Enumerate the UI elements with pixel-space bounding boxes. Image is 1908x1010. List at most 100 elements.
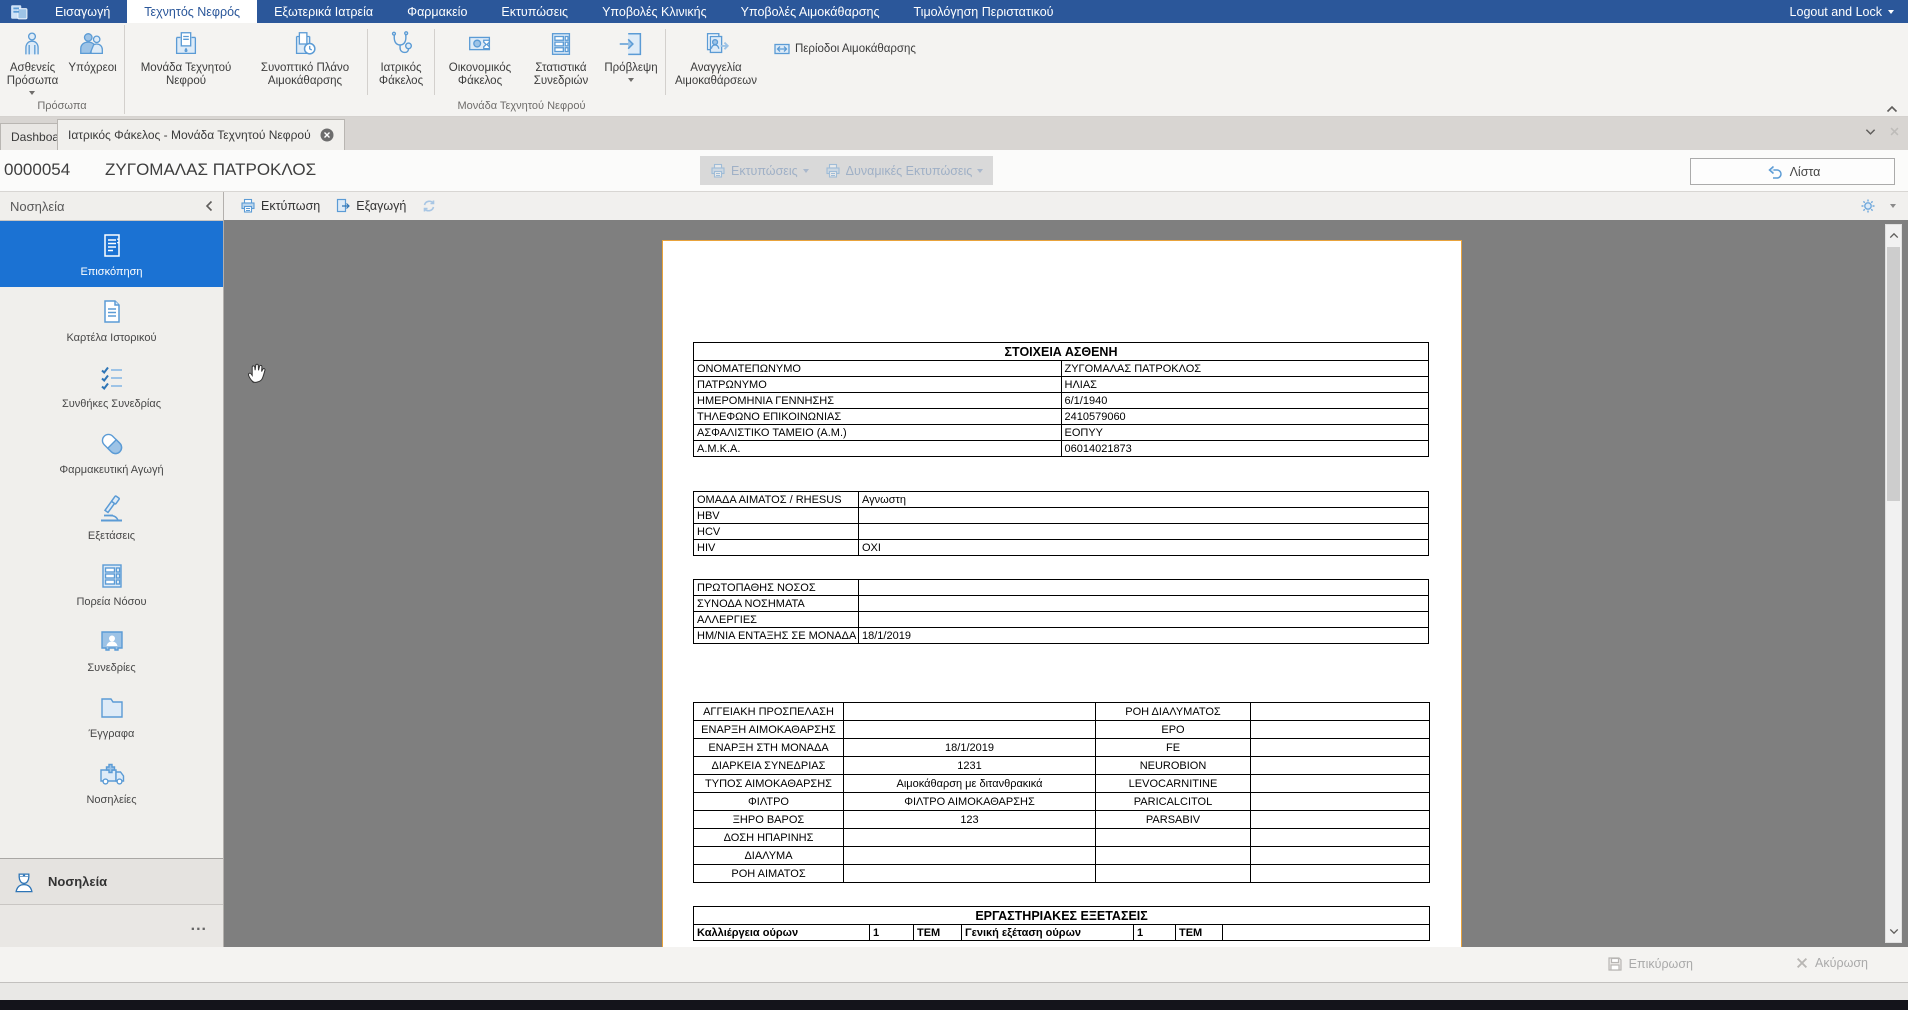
close-icon[interactable] [1889,126,1900,137]
cell: EPO [1095,720,1251,739]
table-title: ΣΤΟΙΧΕΙΑ ΑΣΘΕΝΗ [693,342,1429,361]
table-row: ΑΓΓΕΙΑΚΗ ΠΡΟΣΠΕΛΑΣΗ ΡΟΗ ΔΙΑΛΥΜΑΤΟΣ [693,702,1430,721]
sidebar-item-nosileies[interactable]: Νοσηλείες [0,749,223,815]
menu-tab-ypovoles-klinikis[interactable]: Υποβολές Κλινικής [585,0,724,23]
cancel-button[interactable]: Ακύρωση [1795,956,1868,970]
cell: 18/1/2019 [858,627,1429,644]
logout-and-lock-button[interactable]: Logout and Lock [1776,0,1908,23]
chevron-down-icon [802,168,809,173]
menu-tab-texnitos-nefros[interactable]: Τεχνητός Νεφρός [127,0,258,23]
ypoxreoi-button[interactable]: Υπόχρεοι [63,25,122,99]
iatrikos-fakelos-button[interactable]: Ιατρικός Φάκελος [370,25,432,99]
cell: ΗΜΕΡΟΜΗΝΙΑ ΓΕΝΝΗΣΗΣ [693,392,1062,409]
serology-table: ΟΜΑΔΑ ΑΙΜΑΤΟΣ / RHESUS Αγνωστη HBV HCV HI… [693,491,1429,556]
sidebar-collapse-button[interactable] [205,200,213,212]
refresh-icon[interactable] [421,198,437,214]
folder-icon [96,692,128,724]
dynamic-prints-dropdown-button[interactable]: Δυναμικές Εκτυπώσεις [825,163,984,179]
cell [1250,756,1430,775]
cell [1095,828,1251,847]
tab-list-dropdown-icon[interactable] [1865,128,1876,136]
sidebar-item-poreia-nosou[interactable]: Πορεία Νόσου [0,551,223,617]
tab-iatrikos-fakelos[interactable]: Ιατρικός Φάκελος - Μονάδα Τεχνητού Νεφρο… [57,119,345,150]
table-title: ΕΡΓΑΣΤΗΡΙΑΚΕΣ ΕΞΕΤΑΣΕΙΣ [692,906,1431,925]
lab-tests-table: ΕΡΓΑΣΤΗΡΙΑΚΕΣ ΕΞΕΤΑΣΕΙΣ Καλλιέργεια ούρω… [692,906,1431,941]
sidebar-item-label: Συνεδρίες [87,662,136,674]
sidebar-item-synedries[interactable]: Συνεδρίες [0,617,223,683]
menu-tab-ektyposeis[interactable]: Εκτυπώσεις [484,0,585,23]
oikonomikos-fakelos-button[interactable]: Οικονομικός Φάκελος [437,25,523,99]
vertical-scrollbar[interactable] [1885,224,1902,943]
sidebar-item-episkopisi[interactable]: Επισκόπηση [0,221,223,287]
patient-header-bar: 0000054 ΖΥΓΟΜΑΛΑΣ ΠΑΤΡΟΚΛΟΣ Εκτυπώσεις Δ… [0,150,1908,192]
preview-canvas[interactable]: ΣΤΟΙΧΕΙΑ ΑΣΘΕΝΗ ΟΝΟΜΑΤΕΠΩΝΥΜΟ ΖΥΓΟΜΑΛΑΣ Π… [224,220,1908,947]
cell: HCV [693,523,859,540]
ribbon-collapse-button[interactable] [1886,105,1898,113]
menu-tab-ypovoles-aimokatharsis[interactable]: Υποβολές Αιμοκάθαρσης [724,0,897,23]
menu-tab-farmakeio[interactable]: Φαρμακείο [390,0,484,23]
cell: ΠΑΤΡΩΝΥΜΟ [693,376,1062,393]
button-label: Εκτυπώσεις [731,163,798,178]
monada-texnitou-nefrou-button[interactable]: Μονάδα Τεχνητού Νεφρού [127,25,245,99]
ribbon-separator [367,29,368,95]
cell: ΦΙΛΤΡΟ ΑΙΜΟΚΑΘΑΡΣΗΣ [843,792,1096,811]
patient-id: 0000054 [4,160,71,179]
export-button[interactable]: Εξαγωγή [335,198,406,214]
money-icon [465,29,495,59]
cell: ΕΝΑΡΞΗ ΣΤΗ ΜΟΝΑΔΑ [693,738,844,757]
sidebar: Νοσηλεία Επισκόπηση Καρτέλα Ιστορικού Συ… [0,192,224,947]
top-menu-bar: Εισαγωγή Τεχνητός Νεφρός Εξωτερικά Ιατρε… [0,0,1908,23]
app-icon[interactable] [0,0,38,23]
button-label: Μονάδα Τεχνητού Νεφρού [140,62,232,88]
cell: ΦΙΛΤΡΟ [693,792,844,811]
scrollbar-thumb[interactable] [1887,247,1900,501]
chevron-down-icon [29,91,36,96]
menu-tab-exoterika-iatreia[interactable]: Εξωτερικά Ιατρεία [257,0,390,23]
sidebar-item-exetaseis[interactable]: Εξετάσεις [0,485,223,551]
sidebar-header: Νοσηλεία [0,192,223,221]
cell: ΗΛΙΑΣ [1060,376,1429,393]
table-row: ΠΑΤΡΩΝΥΜΟ ΗΛΙΑΣ [693,376,1429,393]
printer-icon [240,198,256,214]
provlepsi-button[interactable]: Πρόβλεψη [599,25,663,99]
sidebar-item-farmakeutiki-agogi[interactable]: Φαρμακευτική Αγωγή [0,419,223,485]
close-icon[interactable] [320,128,334,142]
confirm-button[interactable]: Επικύρωση [1607,956,1693,972]
cell: ΟΧΙ [858,539,1429,556]
gear-icon[interactable] [1860,198,1876,214]
sidebar-item-label: Εξετάσεις [87,530,136,542]
cell: ΡΟΗ ΑΙΜΑΤΟΣ [693,864,844,883]
list-button[interactable]: Λίστα [1690,158,1895,185]
sidebar-item-synthikes-synedrias[interactable]: Συνθήκες Συνεδρίας [0,353,223,419]
button-label: Δυναμικές Εκτυπώσεις [845,163,973,178]
cell: PARSABIV [1095,810,1251,829]
report-preview: Εκτύπωση Εξαγωγή ΣΤΟΙΧΕΙΑ ΑΣΘΕΝΗ ΟΝΟΜΑΤΕ… [224,192,1908,947]
menu-tab-timologisi[interactable]: Τιμολόγηση Περιστατικού [897,0,1071,23]
button-label: Υπόχρεοι [68,62,117,74]
anaggelia-aimokatharseon-button[interactable]: Αναγγελία Αιμοκαθάρσεων [668,25,764,99]
statistika-synedrion-button[interactable]: Στατιστικά Συνεδριών [523,25,599,99]
periodoi-aimokatharsis-button[interactable]: Περίοδοι Αιμοκάθαρσης [774,25,916,99]
sidebar-item-kartela-istorikou[interactable]: Καρτέλα Ιστορικού [0,287,223,353]
patients-persons-button[interactable]: Ασθενείς Πρόσωπα [2,25,63,99]
cell: 1 [869,924,914,941]
taskbar-strip [0,1000,1908,1010]
chevron-down-icon[interactable] [1890,204,1896,208]
announce-person-icon [701,29,731,59]
cell [843,720,1096,739]
synoptiko-plano-button[interactable]: Συνοπτικό Πλάνο Αιμοκάθαρσης [245,25,365,99]
patient-info-table: ΣΤΟΙΧΕΙΑ ΑΣΘΕΝΗ ΟΝΟΜΑΤΕΠΩΝΥΜΟ ΖΥΓΟΜΑΛΑΣ Π… [693,342,1429,457]
sidebar-section-label: Νοσηλεία [48,874,108,889]
menu-tab-eisagogi[interactable]: Εισαγωγή [38,0,127,23]
print-button[interactable]: Εκτύπωση [240,198,320,214]
sidebar-header-label: Νοσηλεία [10,198,65,214]
sidebar-item-eggrafa[interactable]: Έγγραφα [0,683,223,749]
cell: ΞΗΡΟ ΒΑΡΟΣ [693,810,844,829]
sidebar-section-nosileia[interactable]: Νοσηλεία [0,858,223,904]
scroll-down-button[interactable] [1886,923,1901,940]
prints-dropdown-button[interactable]: Εκτυπώσεις [710,163,809,179]
table-row: ΣΥΝΟΔΑ ΝΟΣΗΜΑΤΑ [693,595,1429,612]
scroll-up-button[interactable] [1886,227,1901,244]
sidebar-more-button[interactable]: ... [0,904,223,947]
cell [1250,864,1430,883]
